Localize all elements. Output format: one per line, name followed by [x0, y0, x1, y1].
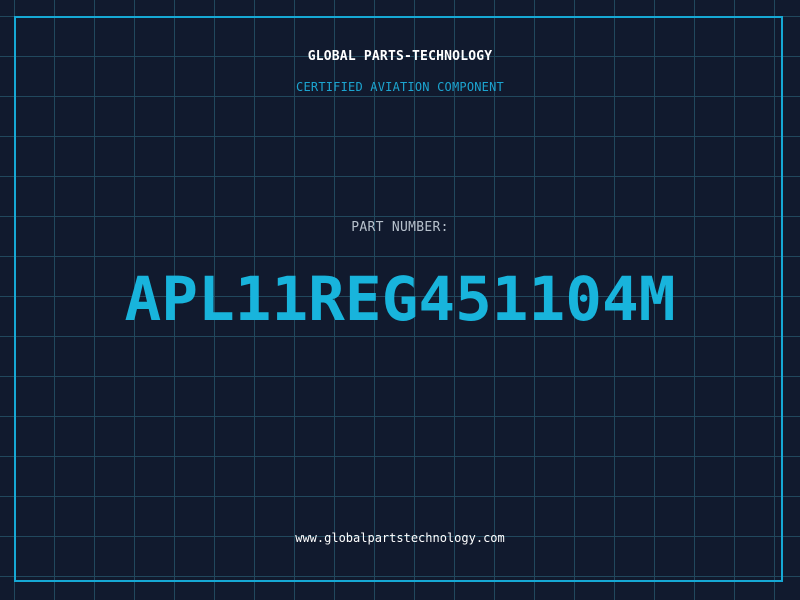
part-number-value: APL11REG451104M: [124, 264, 676, 335]
part-label-card: GLOBAL PARTS-TECHNOLOGY CERTIFIED AVIATI…: [0, 0, 800, 600]
part-number-label: PART NUMBER:: [351, 220, 449, 235]
website-url: www.globalpartstechnology.com: [295, 531, 505, 545]
certification-subtitle: CERTIFIED AVIATION COMPONENT: [296, 80, 504, 94]
company-name: GLOBAL PARTS-TECHNOLOGY: [307, 49, 493, 64]
